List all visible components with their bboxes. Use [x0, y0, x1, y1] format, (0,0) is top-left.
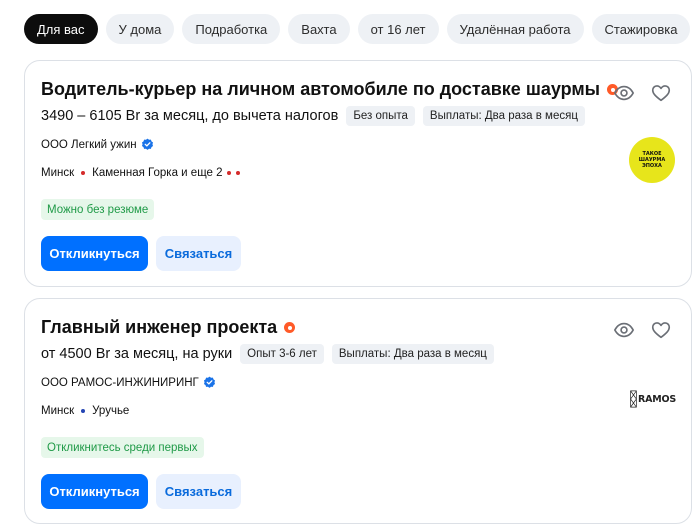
- apply-button[interactable]: Откликнуться: [41, 236, 148, 271]
- metro-line-icon: [226, 171, 231, 175]
- apply-button[interactable]: Откликнуться: [41, 474, 148, 509]
- vacancy-card[interactable]: Главный инженер проекта от 4500 Br за ме…: [24, 298, 692, 524]
- eye-icon[interactable]: [613, 82, 635, 104]
- filter-chips: Для вас У дома Подработка Вахта от 16 ле…: [24, 14, 691, 44]
- hot-icon: [284, 322, 296, 333]
- metro-line-icon: [81, 409, 86, 413]
- filter-chip-internship[interactable]: Стажировка: [591, 14, 691, 44]
- no-resume-badge: Можно без резюме: [41, 199, 155, 220]
- vacancy-title[interactable]: Водитель-курьер на личном автомобиле по …: [41, 79, 619, 100]
- city: Минск: [41, 405, 75, 417]
- salary-row: от 4500 Br за месяц, на руки Опыт 3-6 ле…: [41, 344, 494, 364]
- verified-icon: [141, 138, 153, 150]
- filter-chip-from-16[interactable]: от 16 лет: [357, 14, 439, 44]
- heart-icon[interactable]: [650, 319, 672, 341]
- vacancy-card[interactable]: Водитель-курьер на личном автомобиле по …: [24, 60, 692, 287]
- salary: 3490 – 6105 Br за месяц, до вычета налог…: [41, 108, 339, 124]
- vacancy-title[interactable]: Главный инженер проекта: [41, 317, 296, 338]
- apply-early-badge: Откликнитесь среди первых: [41, 437, 204, 458]
- address: Минск Уручье: [41, 405, 129, 417]
- filter-chip-for-you[interactable]: Для вас: [24, 14, 98, 44]
- metro-station: Каменная Горка и еще 2: [92, 167, 223, 179]
- vacancy-title-text[interactable]: Главный инженер проекта: [41, 317, 277, 338]
- metro-line-icon: [235, 171, 240, 175]
- company: ООО РАМОС-ИНЖИНИРИНГ: [41, 376, 216, 389]
- filter-chip-remote[interactable]: Удалённая работа: [446, 14, 584, 44]
- company-name[interactable]: ООО РАМОС-ИНЖИНИРИНГ: [41, 377, 199, 389]
- address: Минск Каменная Горка и еще 2: [41, 167, 240, 179]
- experience-tag: Без опыта: [346, 106, 415, 126]
- verified-icon: [203, 376, 215, 388]
- eye-icon[interactable]: [613, 319, 635, 341]
- ramos-logo-icon: [630, 390, 637, 408]
- salary: от 4500 Br за месяц, на руки: [41, 346, 233, 362]
- company-logo[interactable]: RAMOS: [630, 376, 676, 422]
- vacancy-title-text[interactable]: Водитель-курьер на личном автомобиле по …: [41, 79, 600, 100]
- company-logo[interactable]: ТАКОЕ ШАУРМА ЭПОХА: [629, 137, 675, 183]
- company: ООО Легкий ужин: [41, 138, 154, 151]
- metro-line-icon: [81, 171, 86, 175]
- experience-tag: Опыт 3-6 лет: [240, 344, 324, 364]
- payouts-tag: Выплаты: Два раза в месяц: [331, 344, 494, 364]
- filter-chip-shift[interactable]: Вахта: [288, 14, 350, 44]
- logo-text-line: ЭПОХА: [642, 163, 662, 169]
- metro-station: Уручье: [92, 405, 130, 417]
- heart-icon[interactable]: [650, 82, 672, 104]
- city: Минск: [41, 167, 75, 179]
- logo-text: RAMOS: [637, 393, 676, 405]
- payouts-tag: Выплаты: Два раза в месяц: [422, 106, 585, 126]
- filter-chip-part-time[interactable]: Подработка: [182, 14, 281, 44]
- company-name[interactable]: ООО Легкий ужин: [41, 139, 137, 151]
- contact-button[interactable]: Связаться: [156, 236, 241, 271]
- filter-chip-near-home[interactable]: У дома: [105, 14, 175, 44]
- contact-button[interactable]: Связаться: [156, 474, 241, 509]
- salary-row: 3490 – 6105 Br за месяц, до вычета налог…: [41, 106, 585, 126]
